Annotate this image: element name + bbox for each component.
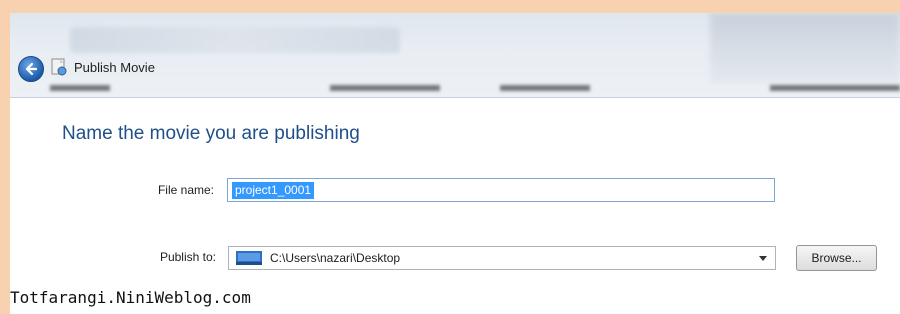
watermark-text: Totfarangi.NiniWeblog.com — [10, 288, 255, 307]
dialog-heading: Name the movie you are publishing — [62, 123, 360, 144]
publish-to-dropdown[interactable]: C:\Users\nazari\Desktop — [228, 246, 776, 270]
file-name-input[interactable]: project1_0001 — [227, 178, 775, 202]
publish-to-label: Publish to: — [159, 250, 216, 264]
back-arrow-icon — [25, 62, 38, 76]
publish-movie-window: Publish Movie Name the movie you are pub… — [10, 13, 900, 314]
browse-button[interactable]: Browse... — [796, 245, 877, 271]
page-border — [0, 0, 10, 314]
blurred-toolbar — [710, 13, 900, 83]
window-title: Publish Movie — [74, 60, 155, 75]
publish-to-path: C:\Users\nazari\Desktop — [270, 251, 401, 265]
file-name-value: project1_0001 — [232, 182, 315, 199]
title-bar: Publish Movie — [10, 13, 900, 98]
blurred-stripe — [330, 85, 440, 91]
blurred-stripe — [770, 85, 900, 91]
file-name-label: File name: — [157, 183, 214, 197]
blurred-stripe — [50, 85, 110, 91]
blurred-stripe — [500, 85, 590, 91]
chevron-down-icon[interactable] — [759, 256, 767, 261]
back-button[interactable] — [18, 56, 44, 82]
publish-movie-icon — [51, 58, 67, 76]
desktop-folder-icon — [236, 251, 262, 265]
blurred-breadcrumb — [70, 27, 400, 53]
